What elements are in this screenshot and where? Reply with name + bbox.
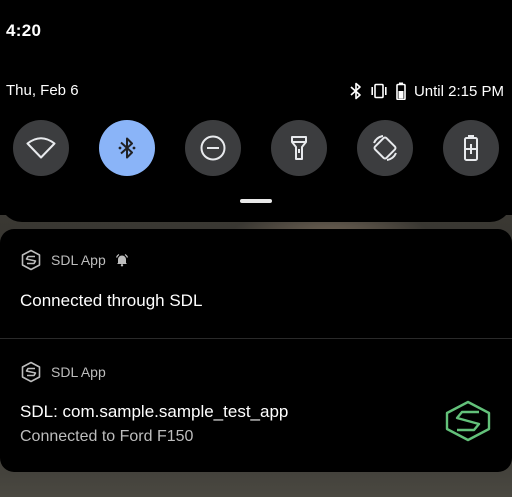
battery-icon xyxy=(396,82,406,100)
bluetooth-icon xyxy=(118,137,136,159)
tile-wifi[interactable] xyxy=(13,120,69,176)
status-icons: Until 2:15 PM xyxy=(350,81,504,101)
flashlight-icon xyxy=(291,136,307,160)
do-not-disturb-icon xyxy=(200,135,226,161)
battery-estimate: Until 2:15 PM xyxy=(413,82,504,100)
notification-app-connected[interactable]: SDL App SDL: com.sample.sample_test_app … xyxy=(0,339,512,472)
tile-auto-rotate[interactable] xyxy=(357,120,413,176)
vibrate-icon xyxy=(371,83,387,99)
tile-battery-saver[interactable] xyxy=(443,120,499,176)
notification-connected[interactable]: SDL App Connected through SDL xyxy=(0,229,512,338)
notification-title: SDL: com.sample.sample_test_app xyxy=(20,402,289,421)
quick-settings-tiles xyxy=(13,120,499,176)
bluetooth-status-icon xyxy=(350,82,361,100)
tile-do-not-disturb[interactable] xyxy=(185,120,241,176)
wifi-icon xyxy=(26,137,56,159)
quick-settings-panel: 4:20 Thu, Feb 6 Until 2:15 PM xyxy=(0,0,512,222)
notification-text: Connected to Ford F150 xyxy=(20,428,194,445)
tile-flashlight[interactable] xyxy=(271,120,327,176)
expand-handle[interactable] xyxy=(240,199,272,203)
app-name: SDL App xyxy=(51,252,106,268)
alert-bell-icon xyxy=(115,253,128,267)
date-label[interactable]: Thu, Feb 6 xyxy=(6,82,79,99)
app-name: SDL App xyxy=(51,364,106,380)
sdl-app-icon xyxy=(21,361,41,383)
sdl-app-icon xyxy=(21,249,41,271)
notification-header: SDL App xyxy=(20,249,129,271)
auto-rotate-icon xyxy=(373,135,397,161)
sdl-logo-icon xyxy=(445,400,491,442)
clock: 4:20 xyxy=(6,21,42,40)
notification-header: SDL App xyxy=(20,361,106,383)
battery-saver-icon xyxy=(464,135,478,161)
notification-title: Connected through SDL xyxy=(20,291,203,310)
tile-bluetooth[interactable] xyxy=(99,120,155,176)
